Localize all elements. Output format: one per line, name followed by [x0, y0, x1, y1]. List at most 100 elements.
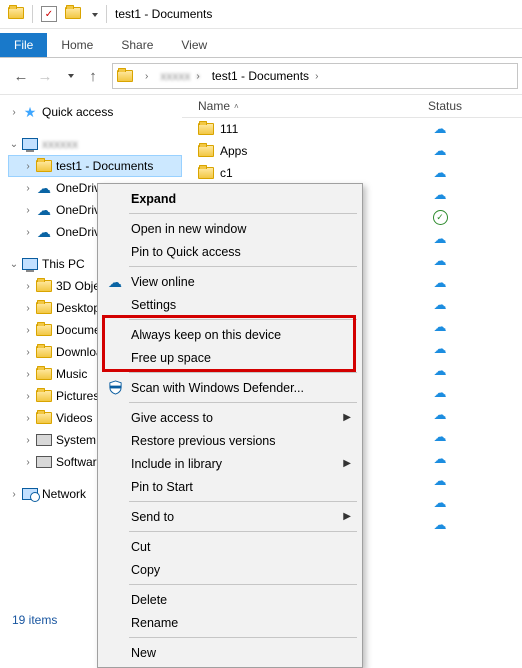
- folder-icon: [8, 7, 24, 22]
- col-status[interactable]: Status: [428, 99, 522, 113]
- file-status-cell: ☁: [428, 253, 452, 269]
- ctx-expand[interactable]: Expand: [101, 187, 359, 210]
- ctx-view-online[interactable]: ☁ View online: [101, 270, 359, 293]
- synced-check-icon: ✓: [433, 210, 448, 225]
- ctx-rename[interactable]: Rename: [101, 611, 359, 634]
- file-status-cell: ☁: [428, 187, 452, 203]
- folder-icon: [36, 412, 52, 424]
- forward-button[interactable]: →: [34, 65, 56, 87]
- folder-icon: [36, 302, 52, 314]
- cloud-icon: ☁: [434, 517, 447, 533]
- cloud-icon: ☁: [434, 187, 447, 203]
- file-name-cell: c1: [198, 166, 428, 180]
- up-button[interactable]: ↑: [82, 65, 104, 87]
- separator: [129, 637, 357, 638]
- separator: [129, 531, 357, 532]
- breadcrumb-sep[interactable]: ›: [133, 71, 154, 82]
- ctx-settings[interactable]: Settings: [101, 293, 359, 316]
- qat-overflow[interactable]: [89, 7, 98, 21]
- file-name-cell: 111: [198, 122, 428, 136]
- tree-label: This PC: [42, 257, 85, 271]
- ctx-scan-defender[interactable]: Scan with Windows Defender...: [101, 376, 359, 399]
- tree-quick-access[interactable]: ›★ Quick access: [8, 101, 182, 123]
- file-status-cell: ☁: [428, 121, 452, 137]
- col-name[interactable]: Name˄: [198, 99, 428, 113]
- cloud-icon: ☁: [434, 473, 447, 489]
- separator: [129, 501, 357, 502]
- file-row[interactable]: 111 ☁: [182, 118, 522, 140]
- file-status-cell: ☁: [428, 231, 452, 247]
- folder-icon: [36, 324, 52, 336]
- breadcrumb-root[interactable]: xxxxx›: [154, 69, 205, 83]
- ctx-delete[interactable]: Delete: [101, 588, 359, 611]
- cloud-icon: ☁: [434, 165, 447, 181]
- cloud-icon: ☁: [434, 429, 447, 445]
- separator: [129, 213, 357, 214]
- cloud-icon: ☁: [434, 297, 447, 313]
- file-status-cell: ✓: [428, 210, 452, 225]
- separator: [129, 402, 357, 403]
- cloud-icon: ☁: [434, 407, 447, 423]
- tree-label: xxxxxx: [42, 137, 78, 151]
- ctx-free-up-space[interactable]: Free up space: [101, 346, 359, 369]
- back-button[interactable]: ←: [10, 65, 32, 87]
- onedrive-icon: ☁: [106, 275, 124, 289]
- separator: [129, 372, 357, 373]
- file-name-cell: Apps: [198, 144, 428, 158]
- cloud-icon: ☁: [434, 341, 447, 357]
- separator: [32, 5, 33, 23]
- drive-icon: [36, 434, 52, 446]
- cloud-icon: ☁: [434, 253, 447, 269]
- folder-icon: [117, 70, 133, 82]
- folder-icon[interactable]: [65, 7, 81, 22]
- separator: [129, 319, 357, 320]
- ctx-open-new-window[interactable]: Open in new window: [101, 217, 359, 240]
- item-count: 19 items: [12, 613, 57, 627]
- tab-home[interactable]: Home: [47, 33, 107, 57]
- nav-toolbar: ← → ↑ › xxxxx› test1 - Documents›: [0, 58, 522, 95]
- file-status-cell: ☁: [428, 297, 452, 313]
- folder-icon: [198, 167, 214, 179]
- file-status-cell: ☁: [428, 165, 452, 181]
- tree-selected-folder[interactable]: › test1 - Documents: [8, 155, 182, 177]
- cloud-icon: ☁: [434, 121, 447, 137]
- drive-icon: [36, 456, 52, 468]
- ctx-restore-versions[interactable]: Restore previous versions: [101, 429, 359, 452]
- column-headers[interactable]: Name˄ Status: [182, 95, 522, 118]
- tab-share[interactable]: Share: [107, 33, 167, 57]
- file-name: c1: [220, 166, 233, 180]
- qa-properties-icon[interactable]: ✓: [41, 6, 57, 22]
- file-status-cell: ☁: [428, 385, 452, 401]
- file-row[interactable]: Apps☁: [182, 140, 522, 162]
- ctx-pin-quick-access[interactable]: Pin to Quick access: [101, 240, 359, 263]
- titlebar: ✓ test1 - Documents: [0, 0, 522, 29]
- network-icon: [22, 488, 38, 500]
- ctx-new[interactable]: New: [101, 641, 359, 664]
- ctx-give-access-to[interactable]: Give access to▶: [101, 406, 359, 429]
- window-title: test1 - Documents: [115, 7, 212, 21]
- tree-root[interactable]: ⌄ xxxxxx: [8, 133, 182, 155]
- file-status-cell: ☁: [428, 407, 452, 423]
- file-tab[interactable]: File: [0, 33, 47, 57]
- cloud-icon: ☁: [434, 451, 447, 467]
- ctx-send-to[interactable]: Send to▶: [101, 505, 359, 528]
- folder-icon: [198, 145, 214, 157]
- file-row[interactable]: c1 ☁: [182, 162, 522, 184]
- ctx-copy[interactable]: Copy: [101, 558, 359, 581]
- address-bar[interactable]: › xxxxx› test1 - Documents›: [112, 63, 518, 89]
- tree-label: test1 - Documents: [56, 159, 153, 173]
- cloud-icon: ☁: [434, 275, 447, 291]
- breadcrumb-current[interactable]: test1 - Documents›: [206, 69, 325, 83]
- recent-locations[interactable]: [58, 65, 80, 87]
- ctx-cut[interactable]: Cut: [101, 535, 359, 558]
- ctx-always-keep[interactable]: Always keep on this device: [101, 323, 359, 346]
- ctx-include-library[interactable]: Include in library▶: [101, 452, 359, 475]
- file-name: 111: [220, 122, 238, 136]
- file-status-cell: ☁: [428, 429, 452, 445]
- sort-asc-icon: ˄: [234, 102, 239, 111]
- ctx-pin-start[interactable]: Pin to Start: [101, 475, 359, 498]
- folder-icon: [36, 368, 52, 380]
- tab-view[interactable]: View: [167, 33, 221, 57]
- pc-icon: [22, 138, 38, 150]
- onedrive-icon: ☁: [36, 181, 52, 195]
